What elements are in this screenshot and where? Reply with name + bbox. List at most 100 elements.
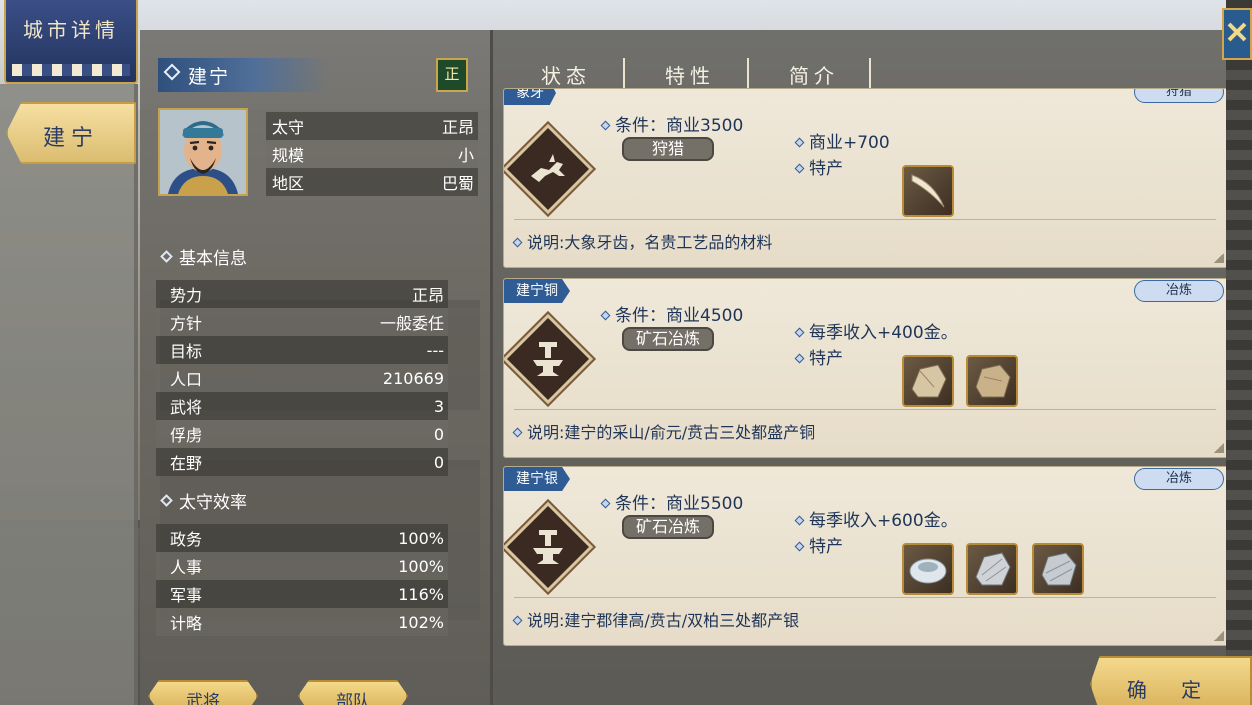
- table-row: 在野 0: [156, 448, 448, 476]
- product-label: 特产: [794, 154, 843, 179]
- city-name-header: 建宁: [158, 58, 330, 92]
- row-value: 一般委任: [379, 314, 444, 333]
- table-row: 政务 100%: [156, 524, 448, 552]
- smelting-trait-icon: [504, 501, 594, 593]
- card-corner: [1214, 631, 1224, 641]
- close-icon: [1227, 22, 1247, 42]
- diamond-icon: [163, 63, 181, 81]
- overview-value: 小: [457, 146, 474, 165]
- silver-ingot-icon[interactable]: [902, 543, 954, 595]
- trait-condition: 条件：商业5500: [600, 489, 743, 514]
- trait-card: 象牙 狩猎 条件：商业3500 狩猎 商业+700 特产 说明:大象牙齿，名贵工…: [503, 88, 1229, 268]
- basic-info-table: 势力 正昂 方针 一般委任 目标 --- 人口 210669 武将 3 俘虏 0 在野 0: [156, 280, 448, 476]
- table-row: 军事 116%: [156, 580, 448, 608]
- basic-info-title: 基本信息: [179, 249, 247, 269]
- row-label: 俘虏: [170, 426, 203, 445]
- silver-ore-icon[interactable]: [966, 543, 1018, 595]
- tab-intro[interactable]: 简介: [789, 60, 839, 89]
- governor-portrait-icon: [160, 110, 246, 194]
- description-text: 说明:建宁郡律高/贲古/双柏三处都产银: [527, 611, 800, 630]
- product-label-text: 特产: [809, 349, 843, 369]
- row-label: 目标: [170, 342, 203, 361]
- diamond-icon: [512, 427, 523, 438]
- city-name: 建宁: [188, 66, 231, 88]
- row-label: 人口: [170, 370, 203, 389]
- product-label: 特产: [794, 344, 843, 369]
- table-row: 势力 正昂: [156, 280, 448, 308]
- diamond-icon: [794, 327, 805, 338]
- close-button[interactable]: [1222, 8, 1252, 60]
- silver-ore-glyph: [975, 552, 1011, 586]
- tab-divider: [623, 58, 625, 88]
- trait-condition: 条件：商业4500: [600, 301, 743, 326]
- trait-condition: 条件：商业3500: [600, 111, 744, 136]
- copper-ore-icon[interactable]: [966, 355, 1018, 407]
- card-divider: [514, 219, 1216, 220]
- description-text: 说明:大象牙齿，名贵工艺品的材料: [527, 233, 773, 252]
- efficiency-table: 政务 100% 人事 100% 军事 116% 计略 102%: [156, 524, 448, 636]
- anvil-icon: [533, 342, 563, 376]
- row-label: 计略: [170, 614, 203, 633]
- row-value: 116%: [398, 584, 444, 604]
- copper-ore-glyph: [911, 364, 947, 398]
- faction-badge: 正: [436, 58, 468, 92]
- row-label: 武将: [170, 398, 203, 417]
- governor-portrait[interactable]: [158, 108, 248, 196]
- diamond-icon: [794, 137, 805, 148]
- overview-value: 正昂: [441, 118, 474, 137]
- silver-ingot-glyph: [909, 558, 947, 584]
- anvil-icon: [533, 530, 563, 564]
- condition-text: 条件：商业3500: [615, 116, 744, 136]
- row-value: 102%: [398, 612, 444, 632]
- product-label: 特产: [794, 532, 843, 557]
- trait-name-tag: 建宁铜: [504, 279, 570, 303]
- confirm-button[interactable]: 确 定: [1090, 656, 1252, 705]
- card-corner: [1214, 253, 1224, 263]
- generals-button[interactable]: 武将: [148, 680, 258, 705]
- table-row: 方针 一般委任: [156, 308, 448, 336]
- scroll-edge-decoration: [1226, 0, 1252, 705]
- table-row: 人口 210669: [156, 364, 448, 392]
- troops-button[interactable]: 部队: [298, 680, 408, 705]
- tab-traits[interactable]: 特性: [665, 60, 715, 89]
- efficiency-title: 太守效率: [179, 493, 247, 513]
- table-row: 俘虏 0: [156, 420, 448, 448]
- tab-divider: [747, 58, 749, 88]
- overview-row: 规模 小: [266, 140, 478, 168]
- overview-row: 太守 正昂: [266, 112, 478, 140]
- row-label: 人事: [170, 558, 203, 577]
- diamond-icon: [600, 120, 611, 131]
- effect-text: 商业+700: [809, 133, 890, 153]
- row-label: 政务: [170, 530, 203, 549]
- silver-ore-icon[interactable]: [1032, 543, 1084, 595]
- diamond-icon: [160, 494, 173, 507]
- card-divider: [514, 409, 1216, 410]
- trait-name-tag: 象牙: [504, 89, 556, 105]
- city-tab-label: 建宁: [42, 126, 99, 151]
- efficiency-heading: 太守效率: [160, 488, 247, 513]
- copper-ore-icon[interactable]: [902, 355, 954, 407]
- city-tab[interactable]: 建宁: [6, 102, 136, 164]
- trait-card: 建宁银 冶炼 条件：商业5500 矿石冶炼 每季收入+600金。 特产 说明:建…: [503, 466, 1229, 646]
- card-divider: [514, 597, 1216, 598]
- trait-category-badge: 冶炼: [1134, 280, 1224, 302]
- row-value: 3: [433, 396, 444, 416]
- description-text: 说明:建宁的采山/俞元/贲古三处都盛产铜: [527, 423, 816, 442]
- hunting-trait-icon: [504, 123, 594, 215]
- overview-label: 太守: [272, 118, 305, 137]
- overview-row: 地区 巴蜀: [266, 168, 478, 196]
- row-label: 军事: [170, 586, 203, 605]
- diamond-icon: [512, 237, 523, 248]
- row-value: 100%: [398, 528, 444, 548]
- ivory-icon[interactable]: [902, 165, 954, 217]
- city-info-panel: 建宁 正 太守 正昂 规模小 地区 巴蜀 基本信息 势力 正昂 方针 一般委任 目标 --…: [140, 30, 490, 705]
- tab-status[interactable]: 状态: [541, 60, 591, 89]
- trait-effect: 商业+700: [794, 132, 890, 154]
- industry-pill: 狩猎: [622, 137, 714, 161]
- effect-text: 每季收入+600金。: [809, 511, 958, 531]
- left-rail: [0, 84, 138, 705]
- diamond-icon: [600, 310, 611, 321]
- traits-panel: 状态 特性 简介 象牙 狩猎 条件：商业3500 狩猎 商业+700 特产 说明…: [490, 30, 1229, 705]
- diamond-icon: [794, 515, 805, 526]
- horse-rider-icon: [531, 154, 565, 182]
